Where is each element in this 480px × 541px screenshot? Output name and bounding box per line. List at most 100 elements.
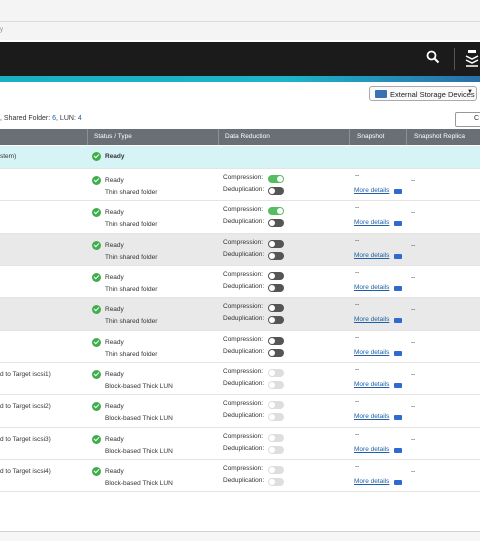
more-details-link[interactable]: More details — [354, 219, 389, 226]
divider — [0, 21, 480, 22]
type-text: Thin shared folder — [105, 189, 158, 196]
status-ok-icon — [92, 208, 101, 217]
compression-label: Compression: — [223, 336, 264, 343]
lun-prefix: , LUN: — [56, 115, 78, 122]
more-details-link[interactable]: More details — [354, 413, 389, 420]
status-ok-icon — [92, 152, 101, 161]
snapshot-replica-dash: -- — [411, 436, 416, 443]
compression-toggle[interactable] — [268, 303, 284, 312]
volume-name: d to Target iscsi2) — [0, 403, 51, 410]
search-icon[interactable] — [426, 50, 440, 64]
snapshot-info-icon[interactable] — [394, 318, 402, 323]
table-row[interactable]: d to Target iscsi2) Ready Block-based Thic… — [0, 395, 480, 428]
snapshot-dash: -- — [355, 301, 360, 308]
deduplication-label: Deduplication: — [223, 380, 265, 387]
deduplication-toggle — [268, 445, 284, 454]
deduplication-toggle[interactable] — [268, 283, 284, 292]
col-data-reduction[interactable]: Data Reduction — [225, 133, 270, 140]
column-divider — [218, 129, 219, 145]
snapshot-info-icon[interactable] — [394, 351, 402, 356]
toggle-knob — [269, 369, 275, 376]
more-details-link[interactable]: More details — [354, 284, 389, 291]
deduplication-toggle — [268, 380, 284, 389]
toggle-knob — [269, 401, 275, 408]
more-details-link[interactable]: More details — [354, 187, 389, 194]
more-details-link[interactable]: More details — [354, 446, 389, 453]
deduplication-label: Deduplication: — [223, 218, 265, 225]
chevron-down-icon: ▼ — [467, 89, 473, 95]
close-button[interactable]: C — [455, 112, 480, 127]
status-text: Ready — [105, 339, 124, 346]
status-ok-icon — [92, 176, 101, 185]
compression-toggle[interactable] — [268, 239, 284, 248]
deduplication-label: Deduplication: — [223, 186, 265, 193]
deduplication-label: Deduplication: — [223, 251, 265, 258]
col-snapshot[interactable]: Snapshot — [357, 133, 384, 140]
compression-toggle[interactable] — [268, 206, 284, 215]
status-ok-icon — [92, 467, 101, 476]
table-row[interactable]: Ready Thin shared folder Compression: Dedup… — [0, 331, 480, 363]
status-text: Ready — [105, 371, 124, 378]
snapshot-info-icon[interactable] — [394, 286, 402, 291]
deduplication-toggle[interactable] — [268, 218, 284, 227]
type-text: Thin shared folder — [105, 221, 158, 228]
snapshot-info-icon[interactable] — [394, 480, 402, 485]
table-row[interactable]: d to Target iscsi3) Ready Block-based Thic… — [0, 428, 480, 460]
type-text: Thin shared folder — [105, 318, 158, 325]
snapshot-info-icon[interactable] — [394, 383, 402, 388]
deduplication-label: Deduplication: — [223, 348, 265, 355]
volume-name: d to Target iscsi3) — [0, 436, 51, 443]
table-row[interactable]: stem) Ready — [0, 146, 480, 169]
snapshot-info-icon[interactable] — [394, 415, 402, 420]
more-details-link[interactable]: More details — [354, 349, 389, 356]
deduplication-label: Deduplication: — [223, 477, 265, 484]
column-divider — [406, 129, 407, 145]
snapshot-replica-dash: -- — [411, 306, 416, 313]
more-details-link[interactable]: More details — [354, 381, 389, 388]
status-ok-icon — [92, 241, 101, 250]
compression-label: Compression: — [223, 368, 264, 375]
compression-label: Compression: — [223, 400, 264, 407]
col-snapshot-replica[interactable]: Snapshot Replica — [414, 133, 465, 140]
status-ok-icon — [92, 273, 101, 282]
snapshot-replica-dash: -- — [411, 403, 416, 410]
toggle-knob — [269, 240, 275, 247]
deduplication-toggle[interactable] — [268, 315, 284, 324]
compression-toggle[interactable] — [268, 336, 284, 345]
deduplication-toggle[interactable] — [268, 348, 284, 357]
column-divider — [349, 129, 350, 145]
col-status-type[interactable]: Status / Type — [94, 133, 132, 140]
snapshot-info-icon[interactable] — [394, 221, 402, 226]
more-details-link[interactable]: More details — [354, 316, 389, 323]
more-details-link[interactable]: More details — [354, 252, 389, 259]
status-text: Ready — [105, 436, 124, 443]
table-row[interactable]: Ready Thin shared folder Compression: Dedup… — [0, 169, 480, 201]
table-row[interactable]: Ready Thin shared folder Compression: Dedup… — [0, 298, 480, 331]
status-ok-icon — [92, 370, 101, 379]
status-ok-icon — [92, 402, 101, 411]
more-details-link[interactable]: More details — [354, 478, 389, 485]
snapshot-info-icon[interactable] — [394, 189, 402, 194]
external-storage-devices-button[interactable]: External Storage Devices ▼ — [369, 86, 477, 101]
type-text: Block-based Thick LUN — [105, 448, 173, 455]
table-row[interactable]: Ready Thin shared folder Compression: Dedup… — [0, 201, 480, 234]
deduplication-toggle[interactable] — [268, 251, 284, 260]
browser-top-strip: y — [0, 0, 480, 40]
snapshot-dash: -- — [355, 398, 360, 405]
compression-toggle[interactable] — [268, 271, 284, 280]
status-text: Ready — [105, 306, 124, 313]
compression-label: Compression: — [223, 239, 264, 246]
snapshot-info-icon[interactable] — [394, 254, 402, 259]
table-row[interactable]: d to Target iscsi1) Ready Block-based Thic… — [0, 363, 480, 395]
table-row[interactable]: Ready Thin shared folder Compression: Dedup… — [0, 266, 480, 298]
compression-label: Compression: — [223, 433, 264, 440]
external-storage-label: External Storage Devices — [390, 89, 475, 99]
status-text: Ready — [105, 209, 124, 216]
compression-toggle[interactable] — [268, 174, 284, 183]
snapshot-info-icon[interactable] — [394, 448, 402, 453]
table-row[interactable]: d to Target iscsi4) Ready Block-based Thic… — [0, 460, 480, 492]
stack-icon[interactable] — [464, 48, 480, 68]
volume-name: d to Target iscsi1) — [0, 371, 51, 378]
deduplication-toggle[interactable] — [268, 186, 284, 195]
table-row[interactable]: Ready Thin shared folder Compression: Dedup… — [0, 234, 480, 266]
